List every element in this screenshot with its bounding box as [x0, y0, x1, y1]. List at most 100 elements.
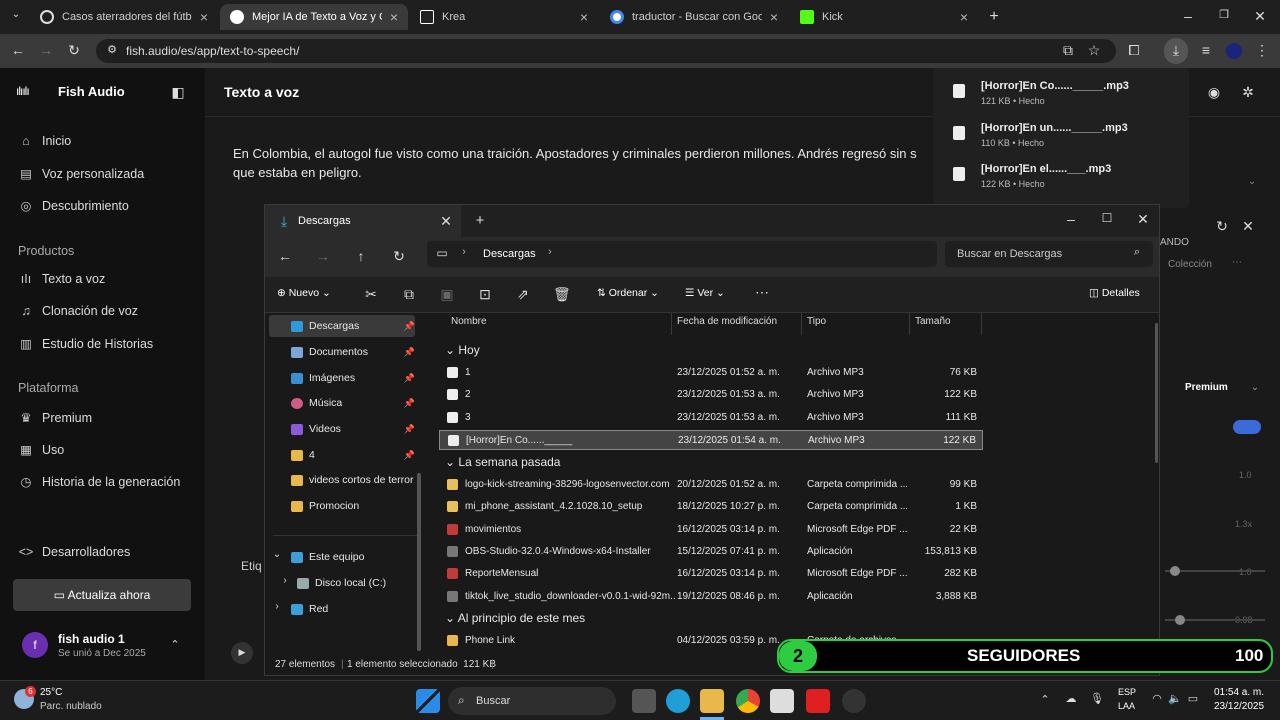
- capcut-icon[interactable]: [770, 689, 794, 713]
- battery-icon[interactable]: ▭: [1186, 692, 1200, 705]
- media-icon[interactable]: ≡: [1198, 42, 1214, 58]
- sidebar-item-inicio[interactable]: ⌂ Inicio: [18, 134, 71, 148]
- install-app-icon[interactable]: ⧉: [1060, 42, 1076, 59]
- cut-icon[interactable]: ✂: [363, 286, 379, 303]
- close-window-icon[interactable]: ✕: [1135, 211, 1151, 228]
- cloud-icon[interactable]: ☁: [1064, 692, 1078, 705]
- explorer-tab[interactable]: [265, 205, 461, 237]
- sort-button[interactable]: ⇅ Ordenar ⌄: [597, 287, 659, 299]
- chevron-up-icon[interactable]: ⌃: [168, 638, 182, 651]
- settings-icon[interactable]: ✲: [1239, 84, 1257, 101]
- table-row[interactable]: 3 23/12/2025 01:53 a. m. Archivo MP3 111 KB: [439, 408, 983, 428]
- close-icon[interactable]: ×: [200, 9, 208, 25]
- view-button[interactable]: ☰ Ver ⌄: [685, 287, 725, 299]
- taskbar-search[interactable]: ⌕ Buscar: [448, 687, 616, 715]
- forward-icon[interactable]: →: [315, 248, 331, 264]
- browser-tab-active[interactable]: Mejor IA de Texto a Voz y Clona×: [220, 4, 408, 30]
- maximize-icon[interactable]: ☐: [1099, 211, 1115, 225]
- upgrade-button[interactable]: ▭ Actualiza ahora: [13, 579, 191, 611]
- tree-item-folder[interactable]: videos cortos de terror: [291, 474, 419, 486]
- table-row[interactable]: [Horror]En Co......_____ 23/12/2025 01:54…: [439, 429, 983, 450]
- browser-tab[interactable]: Krea ×: [410, 4, 598, 30]
- tree-item-descargas[interactable]: Descargas 📌: [291, 320, 419, 332]
- sidebar-item-premium[interactable]: ♛ Premium: [18, 410, 92, 426]
- group-header-last-week[interactable]: ⌄ La semana pasada: [445, 455, 560, 469]
- slider-track[interactable]: [1165, 570, 1265, 572]
- back-icon[interactable]: ←: [10, 42, 26, 58]
- copy-icon[interactable]: ⧉: [401, 286, 417, 303]
- downloads-icon[interactable]: ⤓: [1164, 38, 1188, 64]
- tree-item-red[interactable]: Red: [291, 603, 419, 615]
- browser-tab[interactable]: Casos aterradores del fútbol ×: [30, 4, 218, 30]
- new-tab-icon[interactable]: +: [473, 212, 487, 229]
- reload-icon[interactable]: ↻: [66, 42, 82, 59]
- tree-item-folder[interactable]: Promocion: [291, 500, 419, 512]
- play-icon[interactable]: ▶: [231, 642, 253, 664]
- rename-icon[interactable]: ⊡: [477, 286, 493, 303]
- tree-item-folder[interactable]: 4 📌: [291, 449, 419, 461]
- new-tab-icon[interactable]: +: [986, 8, 1002, 26]
- chevron-right-icon[interactable]: ›: [545, 246, 555, 258]
- clock-time[interactable]: 01:54 a. m.: [1214, 687, 1264, 698]
- chevron-right-icon[interactable]: ›: [459, 246, 469, 258]
- download-item[interactable]: [Horror]En un......_____.mp3 110 KB • He…: [933, 122, 1189, 160]
- edge-icon[interactable]: [666, 689, 690, 713]
- menu-icon[interactable]: ⋮: [1254, 42, 1270, 59]
- details-button[interactable]: ◫ Detalles: [1089, 287, 1140, 299]
- table-row[interactable]: logo-kick-streaming-38296-logosenvector.…: [439, 475, 983, 495]
- sidebar-item-historia[interactable]: ◷ Historia de la generación: [18, 474, 181, 490]
- task-view-icon[interactable]: [632, 689, 656, 713]
- up-icon[interactable]: ↑: [353, 248, 369, 264]
- toggle-switch[interactable]: [1233, 420, 1261, 434]
- chevron-down-icon[interactable]: ⌄: [1245, 176, 1259, 187]
- column-divider[interactable]: [671, 313, 672, 335]
- tree-scrollbar[interactable]: [417, 473, 421, 651]
- collapse-sidebar-icon[interactable]: ◧: [170, 84, 186, 101]
- tree-item-imagenes[interactable]: Imágenes 📌: [291, 372, 419, 384]
- close-icon[interactable]: ×: [580, 9, 588, 25]
- search-input[interactable]: Buscar en Descargas ⌕: [945, 241, 1153, 267]
- share-icon[interactable]: ⇗: [515, 286, 531, 303]
- table-row[interactable]: movimientos 16/12/2025 03:14 p. m. Microso…: [439, 520, 983, 540]
- slider-thumb[interactable]: [1175, 615, 1185, 625]
- paste-icon[interactable]: ▣: [439, 286, 455, 303]
- microphone-icon[interactable]: 🎙: [1090, 692, 1104, 705]
- group-header-this-month[interactable]: ⌄ Al principio de este mes: [445, 611, 585, 625]
- minimize-icon[interactable]: –: [1180, 8, 1196, 24]
- sidebar-item-descubrimiento[interactable]: ◎ Descubrimiento: [18, 198, 129, 214]
- new-button[interactable]: ⊕ Nuevo ⌄: [277, 287, 331, 299]
- text-input-line[interactable]: que estaba en peligro.: [233, 165, 362, 180]
- sidebar-item-clonacion[interactable]: ♫ Clonación de voz: [18, 304, 138, 318]
- delete-icon[interactable]: 🗑: [553, 286, 571, 303]
- tab-search-chevron-icon[interactable]: ⌄: [8, 9, 24, 20]
- breadcrumb[interactable]: Descargas: [483, 248, 536, 260]
- close-tab-icon[interactable]: ✕: [439, 213, 453, 230]
- refresh-icon[interactable]: ↻: [1213, 218, 1231, 235]
- column-divider[interactable]: [909, 313, 910, 335]
- wifi-icon[interactable]: ◠: [1150, 692, 1164, 705]
- url-bar[interactable]: ⚙ fish.audio/es/app/text-to-speech/: [96, 39, 1116, 63]
- more-options-icon[interactable]: ⋯: [753, 284, 771, 301]
- tree-item-musica[interactable]: Música 📌: [291, 397, 419, 409]
- browser-tab[interactable]: Kick ×: [790, 4, 978, 30]
- obs-icon[interactable]: [842, 689, 866, 713]
- tree-item-disco-local[interactable]: Disco local (C:): [297, 577, 425, 589]
- slider-thumb[interactable]: [1170, 566, 1180, 576]
- sidebar-item-desarrolladores[interactable]: <> Desarrolladores: [18, 545, 131, 559]
- browser-tab[interactable]: traductor - Buscar con Google×: [600, 4, 788, 30]
- column-header-name[interactable]: Nombre: [451, 313, 487, 335]
- close-panel-icon[interactable]: ✕: [1239, 218, 1257, 235]
- chevron-up-icon[interactable]: ⌃: [1038, 693, 1052, 706]
- sidebar-item-uso[interactable]: ▦ Uso: [18, 442, 64, 458]
- close-icon[interactable]: ×: [960, 9, 968, 25]
- refresh-icon[interactable]: ↻: [391, 248, 407, 265]
- file-explorer-icon[interactable]: [700, 689, 724, 713]
- tree-item-este-equipo[interactable]: Este equipo: [291, 551, 419, 563]
- column-header-date[interactable]: Fecha de modificación: [677, 313, 777, 335]
- profile-avatar[interactable]: [1226, 43, 1242, 59]
- table-row[interactable]: 2 23/12/2025 01:53 a. m. Archivo MP3 122 KB: [439, 385, 983, 405]
- close-window-icon[interactable]: ✕: [1252, 8, 1268, 25]
- youtube-icon[interactable]: [806, 689, 830, 713]
- clock-date[interactable]: 23/12/2025: [1214, 701, 1264, 712]
- breadcrumb-bar[interactable]: ▭ › Descargas ›: [427, 241, 937, 267]
